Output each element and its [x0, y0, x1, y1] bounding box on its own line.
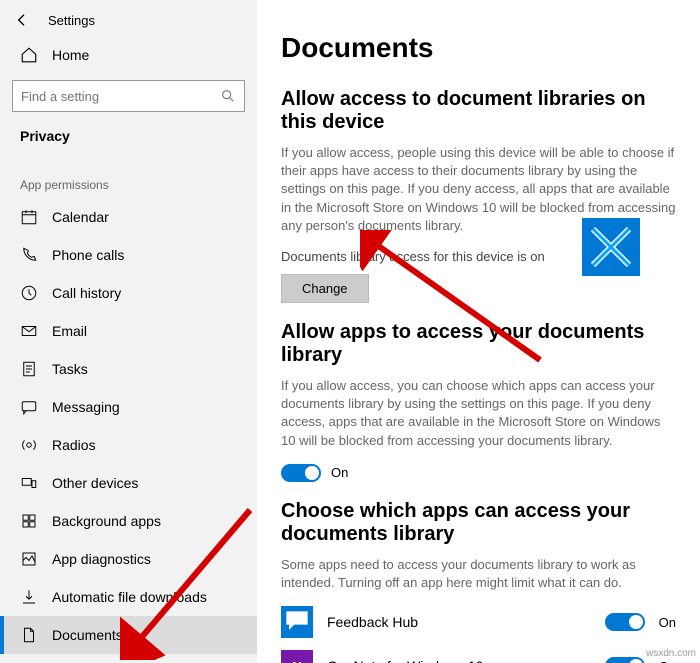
app-name: OneNote for Windows 10 [327, 658, 591, 663]
app-row-feedback-hub: Feedback Hub On [281, 606, 676, 638]
sidebar-item-label: Calendar [52, 209, 109, 225]
section-heading-choose-apps: Choose which apps can access your docume… [281, 500, 676, 546]
sidebar-item-other-devices[interactable]: Other devices [0, 464, 257, 502]
sidebar-item-label: Email [52, 323, 87, 339]
nav-home-label: Home [52, 47, 89, 63]
sidebar-item-phone-calls[interactable]: Phone calls [0, 236, 257, 274]
section-desc-choose-apps: Some apps need to access your documents … [281, 556, 676, 592]
section-desc-app-access: If you allow access, you can choose whic… [281, 377, 676, 450]
sidebar-item-label: Background apps [52, 513, 161, 529]
sidebar-item-calendar[interactable]: Calendar [0, 198, 257, 236]
devices-icon [20, 474, 38, 492]
nav-list: Calendar Phone calls Call history Email … [0, 198, 257, 663]
app-row-onenote: N OneNote for Windows 10 On [281, 650, 676, 663]
sidebar-item-email[interactable]: Email [0, 312, 257, 350]
home-icon [20, 46, 38, 64]
download-icon [20, 588, 38, 606]
sidebar-item-label: Call history [52, 285, 121, 301]
sidebar-item-automatic-file-downloads[interactable]: Automatic file downloads [0, 578, 257, 616]
sidebar-item-background-apps[interactable]: Background apps [0, 502, 257, 540]
search-icon [220, 88, 236, 104]
sidebar-item-call-history[interactable]: Call history [0, 274, 257, 312]
sidebar-item-label: Other devices [52, 475, 138, 491]
sidebar-item-label: Documents [52, 627, 123, 643]
section-heading-device-access: Allow access to document libraries on th… [281, 88, 676, 134]
change-button[interactable]: Change [281, 274, 369, 303]
search-input[interactable] [21, 89, 220, 104]
section-label: App permissions [0, 160, 257, 198]
messaging-icon [20, 398, 38, 416]
sidebar-item-tasks[interactable]: Tasks [0, 350, 257, 388]
tasks-icon [20, 360, 38, 378]
phone-icon [20, 246, 38, 264]
background-apps-icon [20, 512, 38, 530]
call-history-icon [20, 284, 38, 302]
calendar-icon [20, 208, 38, 226]
window-header: Settings [0, 0, 257, 36]
sidebar-item-app-diagnostics[interactable]: App diagnostics [0, 540, 257, 578]
sidebar-item-label: Phone calls [52, 247, 124, 263]
page-title: Documents [281, 32, 676, 64]
main-content: Documents Allow access to document libra… [257, 0, 700, 663]
document-icon [20, 626, 38, 644]
window-title: Settings [48, 13, 95, 28]
sidebar-item-radios[interactable]: Radios [0, 426, 257, 464]
watermark: wsxdn.com [646, 648, 696, 659]
back-button[interactable] [12, 10, 32, 30]
feedback-hub-icon [281, 606, 313, 638]
nav-home[interactable]: Home [0, 36, 257, 74]
section-heading-app-access: Allow apps to access your documents libr… [281, 321, 676, 367]
app-toggle-feedback-hub[interactable] [605, 613, 645, 631]
sidebar-item-label: App diagnostics [52, 551, 151, 567]
onenote-icon: N [281, 650, 313, 663]
sidebar-item-label: Tasks [52, 361, 88, 377]
search-box[interactable] [12, 80, 245, 112]
app-access-toggle-label: On [331, 465, 348, 480]
sidebar-item-label: Automatic file downloads [52, 589, 207, 605]
app-toggle-label: On [659, 659, 676, 663]
diagnostics-icon [20, 550, 38, 568]
app-toggle-onenote[interactable] [605, 657, 645, 663]
windows-logo-tile [582, 218, 640, 276]
arrow-left-icon [14, 12, 30, 28]
app-name: Feedback Hub [327, 614, 591, 630]
sidebar-item-label: Messaging [52, 399, 120, 415]
sidebar-item-messaging[interactable]: Messaging [0, 388, 257, 426]
app-access-toggle[interactable] [281, 464, 321, 482]
category-label: Privacy [0, 118, 257, 160]
settings-sidebar: Settings Home Privacy App permissions Ca… [0, 0, 257, 663]
radio-icon [20, 436, 38, 454]
sidebar-item-label: Radios [52, 437, 96, 453]
app-toggle-label: On [659, 615, 676, 630]
sidebar-item-documents[interactable]: Documents [0, 616, 257, 654]
email-icon [20, 322, 38, 340]
windows-x-logo-icon [591, 227, 631, 267]
